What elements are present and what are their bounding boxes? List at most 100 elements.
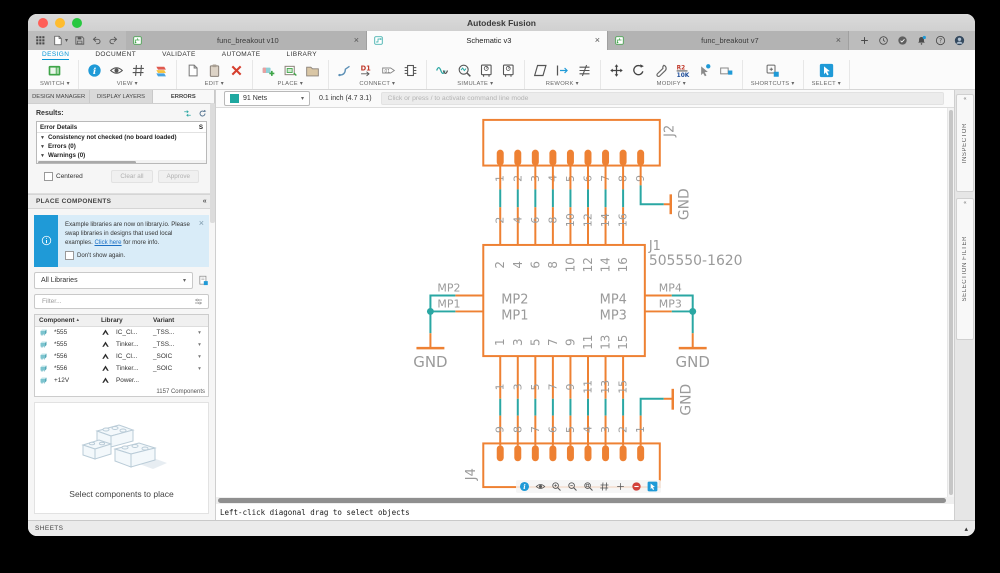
canvas-vscrollbar[interactable] xyxy=(947,108,954,497)
wrench-icon[interactable] xyxy=(653,63,668,78)
user-status-icon[interactable] xyxy=(897,35,908,46)
pan-icon[interactable] xyxy=(615,481,626,492)
avatar[interactable] xyxy=(954,35,965,46)
help-icon[interactable]: ? xyxy=(935,35,946,46)
variant-caret-icon[interactable]: ▾ xyxy=(195,366,204,372)
close-tab-icon[interactable]: × xyxy=(595,36,600,45)
notifications-bell-icon[interactable] xyxy=(916,35,927,46)
toolbar-group-label[interactable]: MODIFY ▾ xyxy=(657,81,686,87)
toolbar-group-label[interactable]: REWORK ▾ xyxy=(546,81,579,87)
error-row[interactable]: ▼Consistency not checked (no board loade… xyxy=(37,133,206,142)
menu-design[interactable]: DESIGN xyxy=(42,50,69,60)
select-icon[interactable] xyxy=(819,63,834,78)
polygon-icon[interactable] xyxy=(533,63,548,78)
paste-pointer-icon[interactable] xyxy=(697,63,712,78)
toolbar-group-label[interactable]: SIMULATE ▾ xyxy=(457,81,493,87)
variant-caret-icon[interactable]: ▾ xyxy=(195,342,204,348)
invoke-icon[interactable] xyxy=(555,63,570,78)
rotate-icon[interactable] xyxy=(631,63,646,78)
refresh-errors-icon[interactable] xyxy=(198,109,207,118)
panel-tab-design-manager[interactable]: DESIGN MANAGER xyxy=(28,90,90,103)
value-tag-icon[interactable]: 01 xyxy=(381,63,396,78)
library-select[interactable]: All Libraries ▾ xyxy=(34,272,193,289)
grid-icon[interactable] xyxy=(599,481,610,492)
collapse-panel-icon[interactable]: « xyxy=(203,198,207,205)
document-tab[interactable]: Schematic v3 × xyxy=(367,31,608,50)
zoom-in-icon[interactable] xyxy=(551,481,562,492)
toolbar-group-label[interactable]: SHORTCUTS ▾ xyxy=(751,81,795,87)
switch-board-icon[interactable] xyxy=(47,63,62,78)
zoom-fit-icon[interactable] xyxy=(583,481,594,492)
zoom-out-icon[interactable] xyxy=(567,481,578,492)
banner-close-icon[interactable]: × xyxy=(199,218,204,228)
banner-link[interactable]: Click here xyxy=(94,239,121,246)
menu-library[interactable]: LIBRARY xyxy=(286,50,317,60)
panel-tab-selection-filter[interactable]: «SELECTION FILTER xyxy=(956,198,974,340)
nets-dropdown[interactable]: 91 Nets ▾ xyxy=(224,91,310,106)
shortcut-icon[interactable] xyxy=(765,63,780,78)
probe-icon[interactable] xyxy=(457,63,472,78)
place-device-icon[interactable] xyxy=(283,63,298,78)
eye-icon[interactable] xyxy=(109,63,124,78)
toolbar-group-label[interactable]: CONNECT ▾ xyxy=(359,81,395,87)
variant-caret-icon[interactable]: ▾ xyxy=(195,354,204,360)
eye-icon[interactable] xyxy=(535,481,546,492)
select-icon[interactable] xyxy=(647,481,658,492)
dont-show-again-checkbox[interactable]: Don't show again. xyxy=(65,251,195,260)
toolbar-group-label[interactable]: VIEW ▾ xyxy=(117,81,138,87)
layers-icon[interactable] xyxy=(153,63,168,78)
info-icon[interactable]: i xyxy=(87,63,102,78)
redo-icon[interactable] xyxy=(108,35,119,46)
toolbar-group-label[interactable]: SELECT ▾ xyxy=(812,81,841,87)
net-port-icon[interactable] xyxy=(403,63,418,78)
panel-tab-inspector[interactable]: «INSPECTOR xyxy=(956,94,974,192)
grid-icon[interactable] xyxy=(131,63,146,78)
menu-validate[interactable]: VALIDATE xyxy=(162,50,196,60)
rename-icon[interactable] xyxy=(719,63,734,78)
undo-icon[interactable] xyxy=(91,35,102,46)
place-components-header[interactable]: PLACE COMPONENTS « xyxy=(28,194,215,209)
component-row[interactable]: +12V Power... xyxy=(35,375,208,387)
panel-tab-display-layers[interactable]: DISPLAY LAYERS xyxy=(90,90,152,103)
minimize-window-button[interactable] xyxy=(55,18,65,28)
error-row[interactable]: ▼Errors (0) xyxy=(37,142,206,151)
name-label-icon[interactable]: D1 xyxy=(359,63,374,78)
centered-checkbox[interactable]: Centered xyxy=(44,172,106,181)
expand-triangle-icon[interactable]: ▼ xyxy=(40,144,45,150)
toolbar-group-label[interactable]: EDIT ▾ xyxy=(205,81,224,87)
filter-input[interactable] xyxy=(40,297,194,306)
clear-all-button[interactable]: Clear all xyxy=(111,170,152,183)
component-row[interactable]: *556 Tinker... _SOIC ▾ xyxy=(35,363,208,375)
toolbar-group-label[interactable]: SWITCH ▾ xyxy=(40,81,70,87)
expand-triangle-icon[interactable]: ▼ xyxy=(40,135,45,141)
close-tab-icon[interactable]: × xyxy=(836,36,841,45)
component-row[interactable]: *555 Tinker... _TSS... ▾ xyxy=(35,339,208,351)
open-library-button[interactable] xyxy=(198,275,209,286)
job-status-icon[interactable] xyxy=(878,35,889,46)
approve-button[interactable]: Approve xyxy=(158,170,199,183)
sine-wave-icon[interactable] xyxy=(435,63,450,78)
column-component[interactable]: Component▴ xyxy=(39,317,101,324)
place-library-icon[interactable] xyxy=(305,63,320,78)
new-document-caret-icon[interactable]: ▾ xyxy=(65,37,68,44)
error-row[interactable]: ▼Warnings (0) xyxy=(37,151,206,160)
schematic-drawing[interactable]: J2123456789224466881010121214141616GNDJ1… xyxy=(216,108,954,497)
multimeter-icon[interactable] xyxy=(501,63,516,78)
component-row[interactable]: *556 IC_Cl... _SOIC ▾ xyxy=(35,351,208,363)
new-tab-icon[interactable] xyxy=(859,35,870,46)
toolbar-group-label[interactable]: PLACE ▾ xyxy=(277,81,303,87)
multimeter-icon[interactable] xyxy=(479,63,494,78)
command-line-input[interactable] xyxy=(381,92,944,105)
ripup-icon[interactable] xyxy=(577,63,592,78)
move-icon[interactable] xyxy=(609,63,624,78)
document-tab[interactable]: func_breakout v7 × xyxy=(608,31,849,50)
checkbox-box[interactable] xyxy=(44,172,53,181)
panel-tab-errors[interactable]: ERRORS xyxy=(153,90,215,103)
component-row[interactable]: *555 IC_Cl... _TSS... ▾ xyxy=(35,327,208,339)
info-icon[interactable]: i xyxy=(519,481,530,492)
remove-icon[interactable] xyxy=(631,481,642,492)
paste-icon[interactable] xyxy=(207,63,222,78)
approve-errors-icon[interactable] xyxy=(183,109,192,118)
close-tab-icon[interactable]: × xyxy=(354,36,359,45)
save-icon[interactable] xyxy=(74,35,85,46)
